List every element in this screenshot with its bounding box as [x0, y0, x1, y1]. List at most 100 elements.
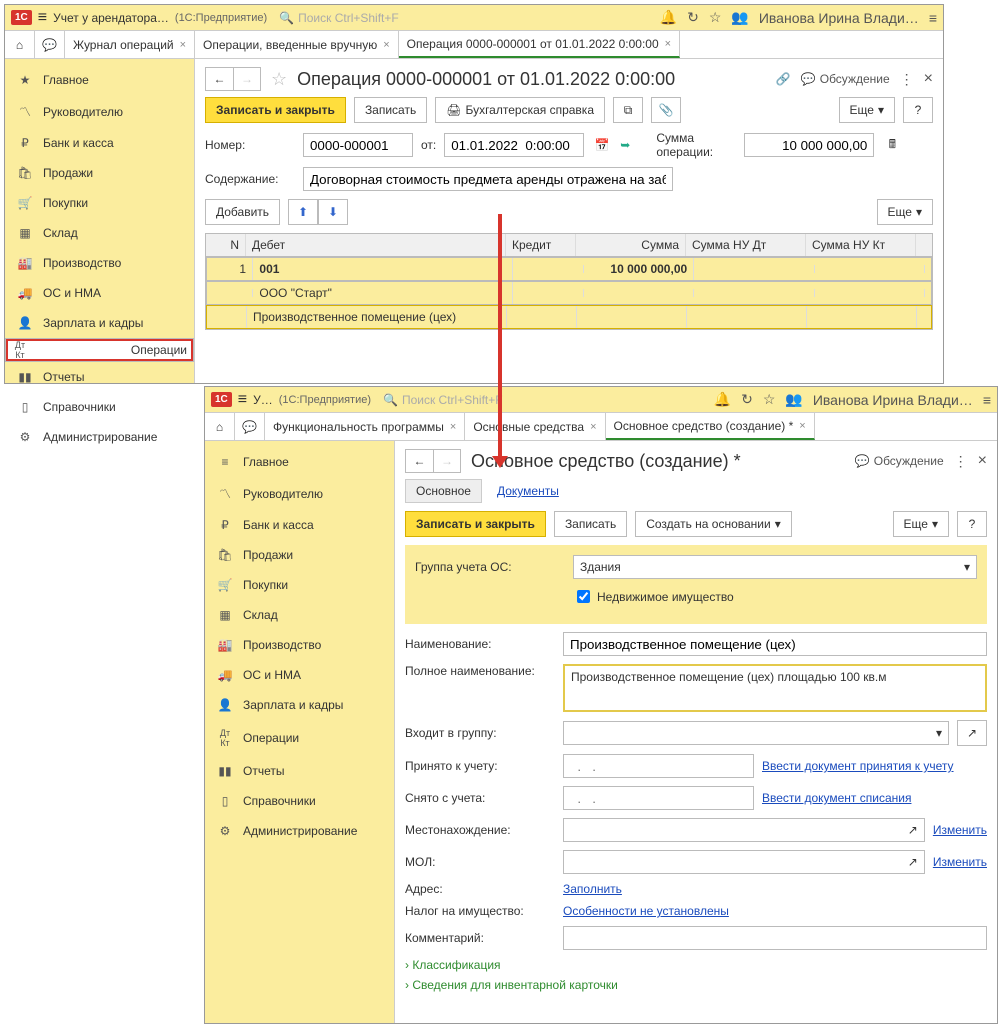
copy-button[interactable]: ⧉: [613, 97, 643, 123]
calendar-icon[interactable]: 📅: [592, 138, 612, 152]
back-button[interactable]: ←: [205, 67, 233, 91]
number-input[interactable]: [303, 133, 413, 157]
tab-manual-ops[interactable]: Операции, введенные вручную×: [195, 31, 399, 58]
history-icon[interactable]: ↻: [741, 391, 753, 408]
chat-icon[interactable]: 💬: [235, 413, 265, 440]
search-input[interactable]: 🔍 Поиск Ctrl+Shift+F: [377, 393, 708, 407]
more-button[interactable]: Еще ▾: [839, 97, 895, 123]
sidebar-item-catalogs[interactable]: ▯Справочники: [5, 392, 194, 422]
sidebar-item-catalogs[interactable]: ▯Справочники: [205, 786, 394, 816]
sidebar-item-warehouse[interactable]: ▦Склад: [5, 218, 194, 248]
more-button[interactable]: Еще ▾: [877, 199, 933, 225]
down-button[interactable]: ⬇: [318, 199, 348, 225]
close-icon[interactable]: ×: [978, 452, 987, 470]
menu-icon[interactable]: ≡: [929, 10, 937, 26]
calc-icon[interactable]: 🖩: [882, 135, 902, 156]
sidebar-item-warehouse[interactable]: ▦Склад: [205, 600, 394, 630]
history-icon[interactable]: ↻: [687, 9, 699, 26]
sidebar-item-os[interactable]: 🚚ОС и НМА: [5, 278, 194, 308]
forward-button[interactable]: →: [433, 449, 461, 473]
tax-link[interactable]: Особенности не установлены: [563, 904, 729, 918]
sidebar-item-os[interactable]: 🚚ОС и НМА: [205, 660, 394, 690]
expand-inventory[interactable]: › Сведения для инвентарной карточки: [405, 978, 987, 992]
chat-icon[interactable]: 💬: [35, 31, 65, 58]
discussion-button[interactable]: 💬 Обсуждение: [801, 72, 890, 86]
name-input[interactable]: [563, 632, 987, 656]
print-button[interactable]: 🖨Бухгалтерская справка: [435, 97, 605, 123]
discussion-button[interactable]: 💬 Обсуждение: [855, 454, 944, 468]
close-icon[interactable]: ×: [924, 70, 933, 88]
accepted-link[interactable]: Ввести документ принятия к учету: [762, 759, 954, 773]
sidebar-item-manager[interactable]: 〽Руководителю: [5, 95, 194, 128]
save-close-button[interactable]: Записать и закрыть: [405, 511, 546, 537]
help-button[interactable]: ?: [903, 97, 933, 123]
sidebar-item-salary[interactable]: 👤Зарплата и кадры: [205, 690, 394, 720]
hamburger-icon[interactable]: ≡: [238, 391, 247, 409]
expand-classification[interactable]: › Классификация: [405, 958, 987, 972]
add-button[interactable]: Добавить: [205, 199, 280, 225]
immovable-checkbox[interactable]: Недвижимое имущество: [573, 587, 734, 606]
save-button[interactable]: Записать: [354, 97, 427, 123]
more-icon[interactable]: ⋮: [900, 71, 914, 88]
up-button[interactable]: ⬆: [288, 199, 318, 225]
menu-icon[interactable]: ≡: [983, 392, 991, 408]
content-input[interactable]: [303, 167, 673, 191]
bell-icon[interactable]: 🔔: [660, 9, 677, 26]
user-name[interactable]: Иванова Ирина Владимир…: [813, 392, 973, 408]
close-icon[interactable]: ×: [450, 421, 456, 433]
subtab-main[interactable]: Основное: [405, 479, 482, 503]
table-row[interactable]: Производственное помещение (цех): [206, 305, 932, 329]
sidebar-item-production[interactable]: 🏭Производство: [5, 248, 194, 278]
close-icon[interactable]: ×: [799, 420, 805, 432]
save-close-button[interactable]: Записать и закрыть: [205, 97, 346, 123]
bell-icon[interactable]: 🔔: [714, 391, 731, 408]
sidebar-item-bank[interactable]: ₽Банк и касса: [5, 128, 194, 158]
more-button[interactable]: Еще ▾: [893, 511, 949, 537]
sidebar-item-manager[interactable]: 〽Руководителю: [205, 477, 394, 510]
sidebar-item-main[interactable]: ≡Главное: [205, 447, 394, 477]
address-fill-link[interactable]: Заполнить: [563, 882, 622, 896]
tab-operation[interactable]: Операция 0000-000001 от 01.01.2022 0:00:…: [399, 31, 680, 58]
fullname-input[interactable]: Производственное помещение (цех) площадь…: [563, 664, 987, 712]
comment-input[interactable]: [563, 926, 987, 950]
star-icon[interactable]: ☆: [709, 9, 722, 26]
subtab-docs[interactable]: Документы: [486, 479, 570, 503]
sidebar-item-sales[interactable]: 🛍Продажи: [5, 158, 194, 188]
accepted-date-input[interactable]: [563, 754, 754, 778]
removed-date-input[interactable]: [563, 786, 754, 810]
close-icon[interactable]: ×: [383, 39, 389, 51]
sidebar-item-production[interactable]: 🏭Производство: [205, 630, 394, 660]
sidebar-item-admin[interactable]: ⚙Администрирование: [205, 816, 394, 846]
attach-button[interactable]: 📎: [651, 97, 681, 123]
create-based-button[interactable]: Создать на основании ▾: [635, 511, 792, 537]
star-icon[interactable]: ☆: [763, 391, 776, 408]
close-icon[interactable]: ×: [590, 421, 596, 433]
home-icon[interactable]: ⌂: [5, 31, 35, 58]
sidebar-item-purchases[interactable]: 🛒Покупки: [205, 570, 394, 600]
tab-journal[interactable]: Журнал операций×: [65, 31, 195, 58]
favorite-icon[interactable]: ☆: [271, 69, 287, 90]
mol-change-link[interactable]: Изменить: [933, 855, 987, 869]
arrow-icon[interactable]: ➥: [620, 138, 630, 152]
date-input[interactable]: [444, 133, 584, 157]
sidebar-item-salary[interactable]: 👤Зарплата и кадры: [5, 308, 194, 338]
sidebar-item-purchases[interactable]: 🛒Покупки: [5, 188, 194, 218]
group-select[interactable]: Здания▾: [573, 555, 977, 579]
forward-button[interactable]: →: [233, 67, 261, 91]
users-icon[interactable]: 👥: [731, 9, 748, 26]
search-input[interactable]: 🔍 Поиск Ctrl+Shift+F: [273, 11, 654, 25]
help-button[interactable]: ?: [957, 511, 987, 537]
home-icon[interactable]: ⌂: [205, 413, 235, 440]
sidebar-item-bank[interactable]: ₽Банк и касса: [205, 510, 394, 540]
sidebar-item-operations[interactable]: ДтКтОперации: [205, 720, 394, 756]
removed-link[interactable]: Ввести документ списания: [762, 791, 911, 805]
save-button[interactable]: Записать: [554, 511, 627, 537]
sidebar-item-reports[interactable]: ▮▮Отчеты: [205, 756, 394, 786]
location-change-link[interactable]: Изменить: [933, 823, 987, 837]
sidebar-item-reports[interactable]: ▮▮Отчеты: [5, 362, 194, 392]
close-icon[interactable]: ×: [180, 39, 186, 51]
table-row[interactable]: ООО "Старт": [206, 281, 932, 305]
link-icon[interactable]: 🔗: [776, 72, 791, 86]
sidebar-item-admin[interactable]: ⚙Администрирование: [5, 422, 194, 452]
location-select[interactable]: ↗: [563, 818, 925, 842]
